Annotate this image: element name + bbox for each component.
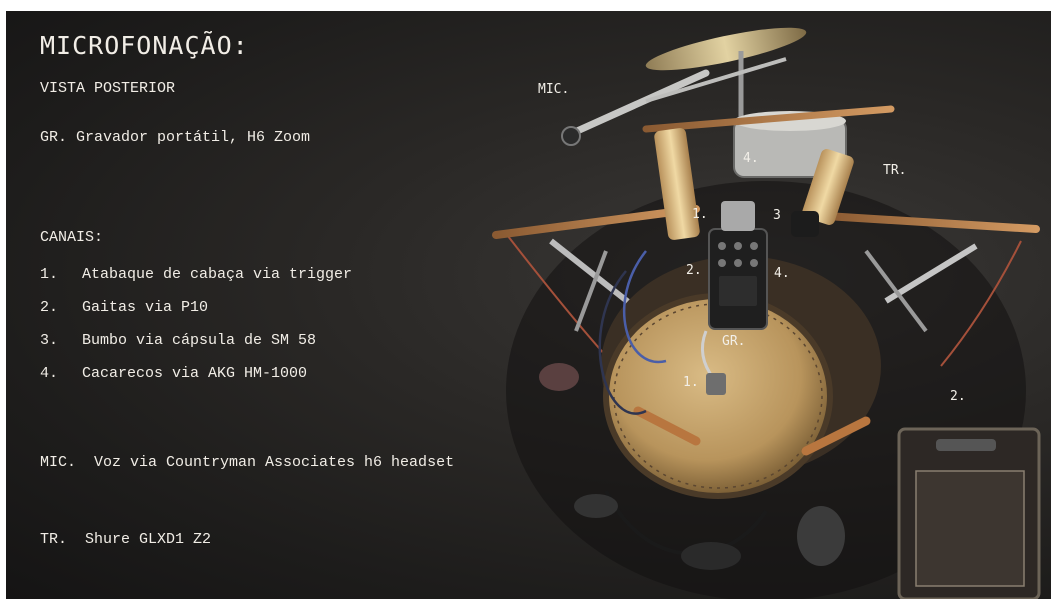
channel-number: 4. [40, 365, 59, 382]
harmonium-pattern [915, 470, 1025, 587]
headset-mic [561, 126, 581, 146]
channel-number: 1. [40, 266, 59, 283]
h6-knob [734, 259, 742, 267]
channel-item: 3. Bumbo via cápsula de SM 58 [40, 332, 316, 349]
photo-label-4-top: 4. [743, 151, 759, 166]
pedal [539, 363, 579, 391]
channel-text: Atabaque de cabaça via trigger [82, 266, 353, 283]
h6-knob [718, 242, 726, 250]
floor-object [797, 506, 845, 566]
slide: MICROFONAÇÃO: VISTA POSTERIOR GR. Gravad… [6, 11, 1051, 599]
tr-line: TR. Shure GLXD1 Z2 [40, 531, 212, 548]
h6-knob [750, 242, 758, 250]
channel-text: Bumbo via cápsula de SM 58 [82, 332, 317, 349]
channels-heading: CANAIS: [40, 229, 104, 246]
trigger-mic [706, 373, 726, 395]
subtitle: VISTA POSTERIOR [40, 80, 176, 97]
photo-label-1-drum: 1. [683, 375, 699, 390]
photo-label-mic: MIC. [538, 82, 570, 97]
channel-number: 3. [40, 332, 59, 349]
photo-label-4: 4. [774, 266, 790, 281]
photo-label-3: 3 [773, 208, 781, 223]
channel-item: 1. Atabaque de cabaça via trigger [40, 266, 352, 283]
recorder-line: GR. Gravador portátil, H6 Zoom [40, 129, 311, 146]
mic-line: MIC. Voz via Countryman Associates h6 he… [40, 454, 455, 471]
h6-mic-capsule [721, 201, 755, 231]
h6-knob [718, 259, 726, 267]
harmonium-handle [936, 439, 996, 451]
h6-knob [734, 242, 742, 250]
photo-label-gr: GR. [722, 334, 746, 349]
channel-number: 2. [40, 299, 59, 316]
channel-item: 4. Cacarecos via AKG HM-1000 [40, 365, 307, 382]
photo-label-1-top: 1. [692, 207, 708, 222]
h6-screen [719, 276, 757, 306]
photo-label-tr: TR. [883, 163, 907, 178]
floor-object [681, 542, 741, 570]
channel-text: Gaitas via P10 [82, 299, 209, 316]
photo-label-2-right: 2. [950, 389, 966, 404]
photo-label-2: 2. [686, 263, 702, 278]
page-title: MICROFONAÇÃO: [40, 31, 249, 60]
cymbal [645, 27, 807, 71]
channel-text: Cacarecos via AKG HM-1000 [82, 365, 308, 382]
shure-transmitter [791, 211, 819, 237]
h6-knob [750, 259, 758, 267]
channel-item: 2. Gaitas via P10 [40, 299, 208, 316]
floor-object [574, 494, 618, 518]
